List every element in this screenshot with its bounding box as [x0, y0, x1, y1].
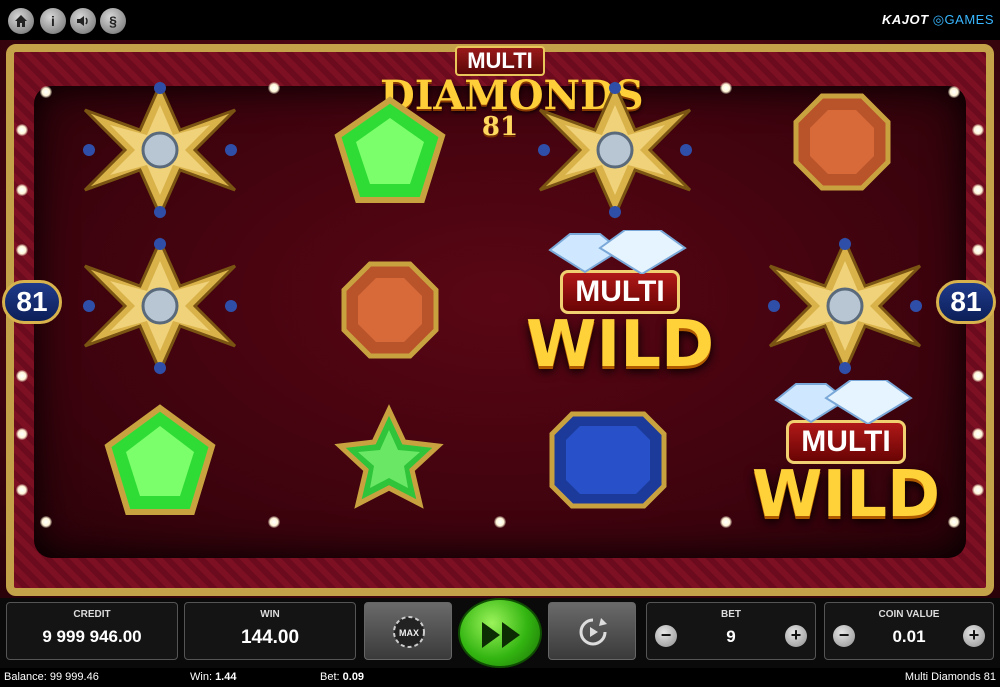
credit-value: 9 999 946.00: [42, 627, 142, 646]
bet-label: BET: [721, 609, 741, 620]
gold-star-symbol: [538, 81, 692, 219]
credit-display: CREDIT 9 999 946.00: [6, 602, 178, 660]
rules-icon[interactable]: §: [100, 8, 126, 34]
frame-light: [972, 428, 984, 440]
autoplay-button[interactable]: [548, 602, 636, 660]
sound-icon[interactable]: [70, 8, 96, 34]
status-win: Win: 1.44: [190, 671, 236, 683]
green-pentagon-symbol: [334, 96, 446, 203]
balance-value: 99 999.46: [49, 671, 99, 683]
status-bet: Bet: 0.09: [320, 671, 364, 683]
wild-label: WILD: [525, 308, 715, 382]
max-bet-button[interactable]: MAX: [364, 602, 452, 660]
coin-plus-button[interactable]: +: [963, 625, 985, 647]
wild-label: WILD: [751, 458, 941, 532]
top-bar: i § KAJOT ◎GAMES: [0, 0, 1000, 40]
frame-light: [16, 244, 28, 256]
spin-button[interactable]: [458, 598, 542, 668]
gold-star-symbol: [83, 81, 237, 219]
ways-badge-left: 81: [2, 280, 62, 324]
gold-star-symbol: [83, 237, 237, 375]
coin-value-control: COIN VALUE 0.01 − +: [824, 602, 994, 660]
frame-light: [16, 428, 28, 440]
green-star-symbol: [334, 404, 444, 509]
frame-light: [494, 516, 506, 528]
frame-light: [972, 370, 984, 382]
frame-light: [972, 124, 984, 136]
autoplay-icon: [579, 618, 607, 646]
frame-light: [16, 484, 28, 496]
control-panel: CREDIT 9 999 946.00 WIN 144.00 MAX BET 9…: [0, 598, 1000, 668]
status-bet-value: 0.09: [342, 671, 365, 683]
diamonds-icon: [774, 380, 913, 424]
green-pentagon-symbol: [104, 404, 216, 515]
bet-plus-button[interactable]: +: [785, 625, 807, 647]
coin-value-label: COIN VALUE: [878, 609, 940, 620]
status-bar: Balance: 99 999.46 Win: 1.44 Bet: 0.09 M…: [0, 668, 1000, 687]
win-value: 144.00: [240, 627, 300, 648]
frame-light: [16, 370, 28, 382]
frame-light: [16, 124, 28, 136]
ways-badge-right: 81: [936, 280, 996, 324]
game-name: Multi Diamonds 81: [904, 671, 996, 683]
win-label: WIN: [260, 609, 280, 620]
frame-light: [16, 184, 28, 196]
credit-label: CREDIT: [73, 609, 111, 620]
frame-light: [40, 86, 52, 98]
coin-minus-button[interactable]: −: [833, 625, 855, 647]
status-balance: Balance: 99 999.46: [4, 671, 99, 683]
brand-right-text: GAMES: [944, 12, 994, 27]
multi-wild-symbol: MULTI WILD: [736, 380, 956, 530]
frame-light: [268, 82, 280, 94]
balance-label: Balance:: [4, 671, 47, 683]
frame-light: [720, 82, 732, 94]
gold-star-symbol: [768, 237, 922, 375]
status-bet-label: Bet:: [320, 671, 340, 683]
game-stage: 81 81 MULTI DIAMONDS 81 MULTI WILD MULTI…: [0, 40, 1000, 598]
frame-light: [972, 484, 984, 496]
fast-forward-icon: [482, 622, 520, 648]
status-win-value: 1.44: [215, 671, 237, 683]
brand-logo: KAJOT ◎GAMES: [882, 12, 994, 28]
home-icon[interactable]: [8, 8, 34, 34]
blue-octagon-symbol: [549, 411, 667, 509]
orange-octagon-symbol: [341, 261, 439, 359]
frame-light: [40, 516, 52, 528]
frame-light: [972, 244, 984, 256]
frame-light: [972, 184, 984, 196]
status-win-label: Win:: [190, 671, 212, 683]
max-label: MAX: [399, 628, 419, 638]
frame-light: [268, 516, 280, 528]
multi-wild-symbol: MULTI WILD: [510, 230, 730, 380]
brand-left: KAJOT: [882, 12, 929, 27]
chip-icon: MAX: [393, 616, 425, 648]
win-display: WIN 144.00: [184, 602, 356, 660]
diamonds-icon: [548, 230, 687, 274]
bet-control: BET 9 − +: [646, 602, 816, 660]
brand-right: ◎GAMES: [932, 12, 994, 27]
frame-light: [720, 516, 732, 528]
orange-octagon-symbol: [793, 93, 891, 191]
bet-minus-button[interactable]: −: [655, 625, 677, 647]
frame-light: [948, 86, 960, 98]
info-icon[interactable]: i: [40, 8, 66, 34]
